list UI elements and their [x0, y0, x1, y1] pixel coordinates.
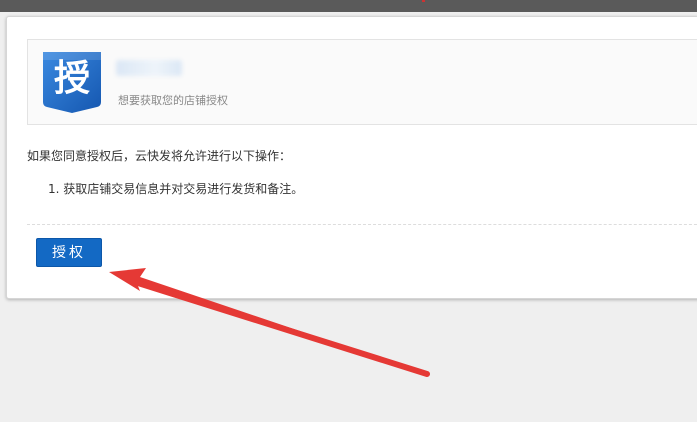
authorize-logo-icon: 授: [43, 52, 101, 113]
authorization-panel: 授 想要获取您的店铺授权 如果您同意授权后，云快发将允许进行以下操作： 1. 获…: [6, 16, 697, 299]
app-header: 授 想要获取您的店铺授权: [27, 39, 697, 125]
consent-intro: 如果您同意授权后，云快发将允许进行以下操作：: [27, 149, 292, 163]
logo-char: 授: [54, 58, 90, 99]
app-description: 想要获取您的店铺授权: [118, 94, 228, 107]
divider: [27, 224, 697, 225]
permission-item: 1. 获取店铺交易信息并对交易进行发货和备注。: [48, 182, 304, 196]
top-strip-marker: [422, 0, 425, 2]
top-strip: [0, 0, 697, 12]
app-name-redacted: [116, 60, 182, 76]
authorize-button[interactable]: 授权: [36, 238, 102, 267]
